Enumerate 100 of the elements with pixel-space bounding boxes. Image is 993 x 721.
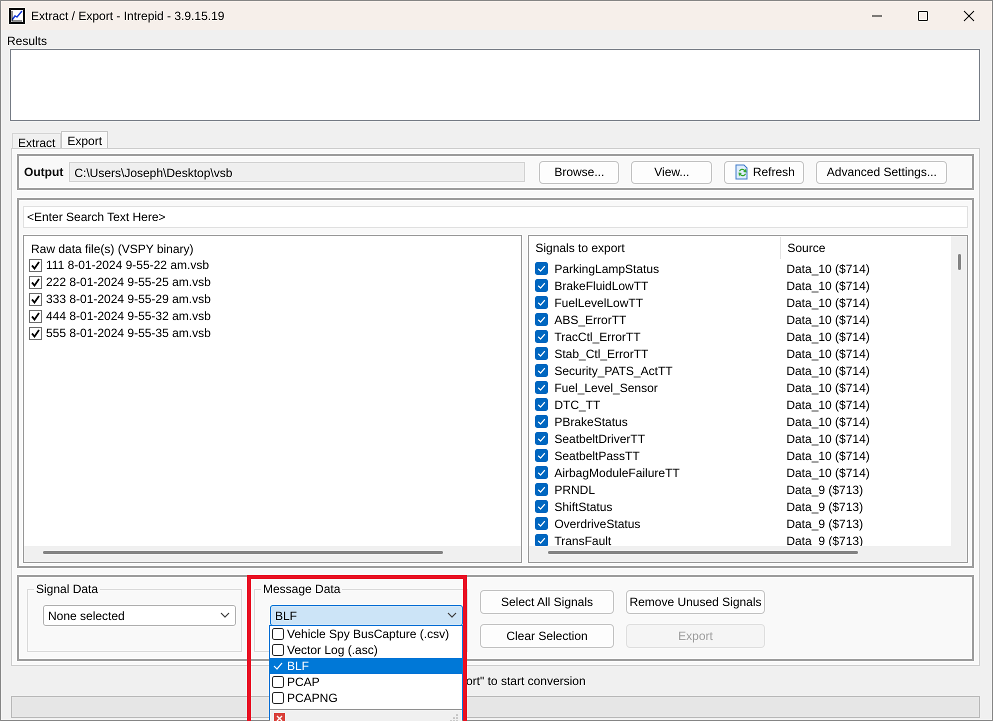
status-text: ort" to start conversion — [466, 674, 586, 688]
signal-name: FuelLevelLowTT — [554, 296, 644, 310]
signal-source: Data_10 ($714) — [786, 296, 870, 310]
signal-source: Data_10 ($714) — [786, 466, 870, 480]
output-path-field[interactable]: C:\Users\Joseph\Desktop\vsb — [69, 162, 526, 182]
checkbox[interactable] — [535, 347, 548, 360]
signal-name: SeatbeltDriverTT — [554, 432, 646, 446]
group-label: Message Data — [261, 582, 342, 596]
scrollbar-thumb[interactable] — [548, 551, 858, 554]
signal-source: Data_10 ($714) — [786, 330, 870, 344]
refresh-button[interactable]: Refresh — [724, 160, 804, 184]
signal-name: Fuel_Level_Sensor — [554, 380, 659, 394]
checkbox[interactable] — [535, 398, 548, 411]
checkbox[interactable] — [535, 534, 548, 547]
dropdown-option[interactable]: Vector Log (.asc) — [270, 642, 462, 658]
tab[interactable]: Export — [61, 131, 108, 148]
dropdown-option[interactable]: Vehicle Spy BusCapture (.csv) — [270, 626, 462, 642]
scrollbar-thumb[interactable] — [958, 254, 961, 270]
dropdown[interactable]: None selected — [43, 605, 236, 626]
caret-icon — [220, 612, 230, 619]
signal-name: SeatbeltPassTT — [554, 448, 641, 462]
close-icon[interactable] — [963, 10, 975, 22]
signal-source: Data_9 ($713) — [786, 482, 864, 496]
checkbox[interactable] — [535, 330, 548, 343]
checkbox[interactable] — [29, 276, 42, 289]
checkbox[interactable] — [535, 500, 548, 513]
maximize-icon[interactable] — [917, 10, 929, 22]
checkbox[interactable] — [535, 296, 548, 309]
signal-source: Data_10 ($714) — [786, 432, 870, 446]
signal-source: Data_10 ($714) — [786, 312, 870, 326]
app-icon — [9, 8, 25, 24]
browse-button[interactable]: Browse... — [539, 160, 620, 184]
column-header[interactable]: Source — [781, 241, 826, 255]
signal-source: Data_10 ($714) — [786, 364, 870, 378]
signal-name: TransFault — [554, 534, 612, 548]
checkbox[interactable] — [535, 449, 548, 462]
caret-icon — [447, 612, 457, 619]
checkbox[interactable] — [535, 381, 548, 394]
check-icon — [272, 660, 284, 672]
signal-name: ParkingLampStatus — [554, 262, 660, 276]
checkbox[interactable] — [535, 262, 548, 275]
checkbox[interactable] — [272, 692, 284, 704]
signal-name: OverdriveStatus — [554, 516, 642, 530]
checkbox[interactable] — [535, 483, 548, 496]
view-button[interactable]: View... — [631, 160, 712, 184]
group-label: Signal Data — [34, 582, 100, 596]
scrollbar-thumb[interactable] — [43, 551, 443, 554]
file-name[interactable]: 111 8-01-2024 9-55-22 am.vsb — [46, 257, 209, 274]
signal-name: ABS_ErrorTT — [554, 312, 628, 326]
checkbox[interactable] — [29, 293, 42, 306]
checkbox[interactable] — [272, 628, 284, 640]
signal-name: PBrakeStatus — [554, 414, 629, 428]
checkbox[interactable] — [535, 313, 548, 326]
checkbox[interactable] — [535, 466, 548, 479]
results-label: Results — [7, 34, 48, 49]
signal-name: PRNDL — [554, 482, 596, 496]
signal-name: Stab_Ctl_ErrorTT — [554, 346, 650, 360]
signal-source: Data_9 ($713) — [786, 500, 864, 514]
signal-source: Data_10 ($714) — [786, 398, 870, 412]
file-name[interactable]: 333 8-01-2024 9-55-29 am.vsb — [46, 291, 211, 308]
dropdown-option[interactable]: PCAPNG — [270, 690, 462, 706]
file-name[interactable]: 555 8-01-2024 9-55-35 am.vsb — [46, 325, 211, 342]
checkbox[interactable] — [535, 432, 548, 445]
advanced-settings-button[interactable]: Advanced Settings... — [816, 160, 948, 184]
checkbox[interactable] — [29, 259, 42, 272]
signal-name: BrakeFluidLowTT — [554, 278, 650, 292]
checkbox[interactable] — [535, 279, 548, 292]
checkbox[interactable] — [272, 644, 284, 656]
checkbox[interactable] — [535, 364, 548, 377]
column-header[interactable]: Signals to export — [529, 237, 782, 259]
signal-name: TracCtl_ErrorTT — [554, 330, 642, 344]
checkbox[interactable] — [29, 327, 42, 340]
tab[interactable]: Extract — [12, 133, 62, 148]
checkbox[interactable] — [535, 517, 548, 530]
action-button[interactable]: Clear Selection — [480, 624, 614, 648]
dropdown[interactable]: BLF — [270, 605, 463, 626]
signal-source: Data_10 ($714) — [786, 414, 870, 428]
dropdown-option[interactable]: PCAP — [270, 674, 462, 690]
signal-source: Data_10 ($714) — [786, 448, 870, 462]
signal-source: Data_10 ($714) — [786, 380, 870, 394]
checkbox[interactable] — [29, 310, 42, 323]
file-name[interactable]: 222 8-01-2024 9-55-25 am.vsb — [46, 274, 211, 291]
signal-source: Data_10 ($714) — [786, 278, 870, 292]
search-field[interactable]: <Enter Search Text Here> — [23, 206, 968, 228]
file-name[interactable]: 444 8-01-2024 9-55-32 am.vsb — [46, 308, 211, 325]
refresh-icon — [734, 164, 750, 180]
signal-source: Data_10 ($714) — [786, 262, 870, 276]
signal-name: DTC_TT — [554, 398, 602, 412]
window-title: Extract / Export - Intrepid - 3.9.15.19 — [31, 8, 224, 22]
checkbox[interactable] — [272, 676, 284, 688]
output-label: Output — [24, 165, 64, 179]
signal-name: ShiftStatus — [554, 500, 614, 514]
signal-name: AirbagModuleFailureTT — [554, 466, 681, 480]
checkbox[interactable] — [535, 415, 548, 428]
list-heading: Raw data file(s) (VSPY binary) — [30, 241, 195, 257]
action-button[interactable]: Remove Unused Signals — [626, 590, 765, 614]
signal-name: Security_PATS_ActTT — [554, 364, 674, 378]
dropdown-option[interactable]: BLF — [270, 658, 462, 674]
signal-source: Data_10 ($714) — [786, 346, 870, 360]
action-button[interactable]: Select All Signals — [480, 590, 614, 614]
